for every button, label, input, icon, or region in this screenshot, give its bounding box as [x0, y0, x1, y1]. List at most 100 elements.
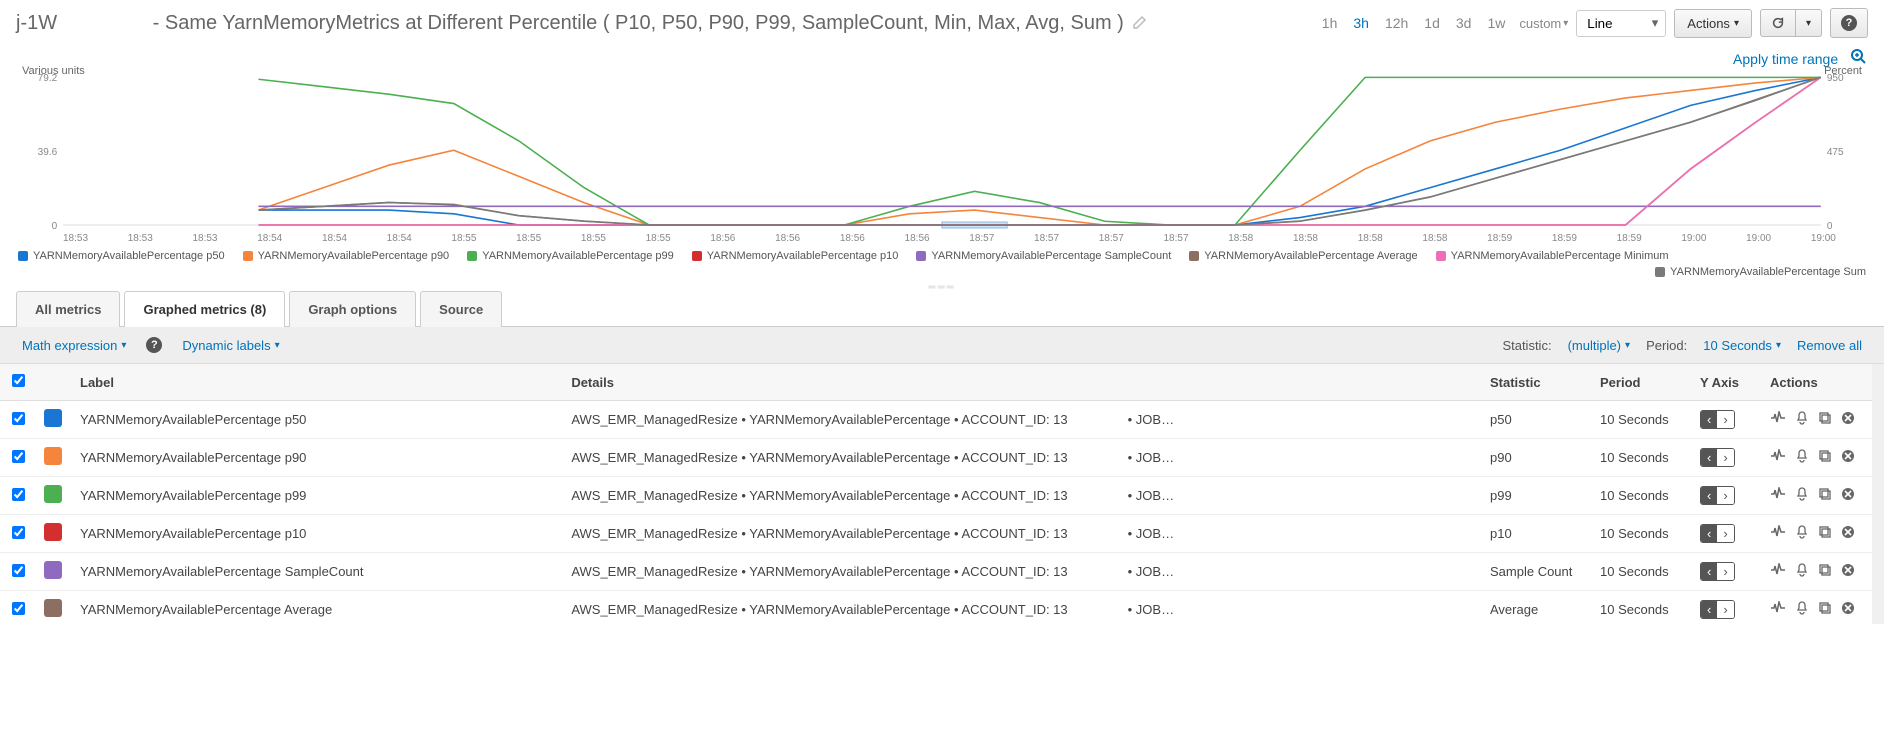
pulse-icon[interactable]: [1770, 449, 1786, 466]
yaxis-left[interactable]: ‹: [1701, 601, 1717, 618]
copy-icon[interactable]: [1818, 411, 1832, 428]
custom-range-dropdown[interactable]: custom ▾: [1519, 16, 1568, 31]
yaxis-right[interactable]: ›: [1717, 449, 1733, 466]
row-statistic[interactable]: p10: [1482, 515, 1592, 553]
refresh-dropdown[interactable]: ▾: [1796, 9, 1822, 37]
statistic-dropdown[interactable]: (multiple) ▾: [1568, 338, 1631, 353]
help-icon[interactable]: ?: [146, 337, 162, 353]
row-period[interactable]: 10 Seconds: [1592, 477, 1692, 515]
math-expression-dropdown[interactable]: Math expression ▾: [22, 338, 126, 353]
yaxis-left[interactable]: ‹: [1701, 563, 1717, 580]
row-label[interactable]: YARNMemoryAvailablePercentage SampleCoun…: [72, 553, 563, 591]
time-range-3d[interactable]: 3d: [1450, 11, 1478, 35]
yaxis-toggle[interactable]: ‹›: [1700, 410, 1735, 429]
pulse-icon[interactable]: [1770, 525, 1786, 542]
yaxis-right[interactable]: ›: [1717, 487, 1733, 504]
yaxis-right[interactable]: ›: [1717, 525, 1733, 542]
remove-all-link[interactable]: Remove all: [1797, 338, 1862, 353]
row-statistic[interactable]: p50: [1482, 401, 1592, 439]
legend-item[interactable]: YARNMemoryAvailablePercentage p99: [467, 250, 674, 262]
bell-icon[interactable]: [1795, 411, 1809, 428]
yaxis-right[interactable]: ›: [1717, 563, 1733, 580]
legend-item[interactable]: YARNMemoryAvailablePercentage Average: [1189, 250, 1417, 262]
yaxis-toggle[interactable]: ‹›: [1700, 486, 1735, 505]
legend-item[interactable]: YARNMemoryAvailablePercentage Sum: [1655, 266, 1866, 278]
actions-button[interactable]: Actions ▾: [1674, 9, 1752, 38]
edit-icon[interactable]: [1132, 14, 1148, 33]
color-swatch[interactable]: [44, 485, 62, 503]
refresh-button[interactable]: [1760, 9, 1796, 37]
row-checkbox[interactable]: [12, 564, 25, 577]
bell-icon[interactable]: [1795, 487, 1809, 504]
row-label[interactable]: YARNMemoryAvailablePercentage p90: [72, 439, 563, 477]
row-period[interactable]: 10 Seconds: [1592, 439, 1692, 477]
remove-icon[interactable]: [1841, 563, 1855, 580]
help-button[interactable]: ?: [1830, 8, 1868, 38]
copy-icon[interactable]: [1818, 563, 1832, 580]
row-checkbox[interactable]: [12, 450, 25, 463]
remove-icon[interactable]: [1841, 487, 1855, 504]
row-checkbox[interactable]: [12, 526, 25, 539]
yaxis-right[interactable]: ›: [1717, 601, 1733, 618]
header-label[interactable]: Label: [72, 364, 563, 401]
color-swatch[interactable]: [44, 561, 62, 579]
yaxis-left[interactable]: ‹: [1701, 449, 1717, 466]
color-swatch[interactable]: [44, 447, 62, 465]
yaxis-toggle[interactable]: ‹›: [1700, 562, 1735, 581]
remove-icon[interactable]: [1841, 601, 1855, 618]
time-range-3h[interactable]: 3h: [1347, 11, 1375, 35]
row-period[interactable]: 10 Seconds: [1592, 553, 1692, 591]
remove-icon[interactable]: [1841, 525, 1855, 542]
row-statistic[interactable]: Average: [1482, 591, 1592, 625]
legend-item[interactable]: YARNMemoryAvailablePercentage p50: [18, 250, 225, 262]
apply-time-range-link[interactable]: Apply time range: [1733, 51, 1838, 67]
pulse-icon[interactable]: [1770, 487, 1786, 504]
yaxis-right[interactable]: ›: [1717, 411, 1733, 428]
legend-item[interactable]: YARNMemoryAvailablePercentage p10: [692, 250, 899, 262]
period-dropdown[interactable]: 10 Seconds ▾: [1703, 338, 1781, 353]
header-period[interactable]: Period: [1592, 364, 1692, 401]
header-details[interactable]: Details: [563, 364, 1482, 401]
yaxis-left[interactable]: ‹: [1701, 525, 1717, 542]
legend-item[interactable]: YARNMemoryAvailablePercentage SampleCoun…: [916, 250, 1171, 262]
chart-svg[interactable]: 039.679.20475950: [18, 69, 1866, 229]
color-swatch[interactable]: [44, 523, 62, 541]
pulse-icon[interactable]: [1770, 411, 1786, 428]
tab-all-metrics[interactable]: All metrics: [16, 291, 120, 327]
header-yaxis[interactable]: Y Axis: [1692, 364, 1762, 401]
select-all-checkbox[interactable]: [12, 374, 25, 387]
row-label[interactable]: YARNMemoryAvailablePercentage Average: [72, 591, 563, 625]
copy-icon[interactable]: [1818, 449, 1832, 466]
yaxis-toggle[interactable]: ‹›: [1700, 600, 1735, 619]
yaxis-left[interactable]: ‹: [1701, 487, 1717, 504]
row-checkbox[interactable]: [12, 412, 25, 425]
pulse-icon[interactable]: [1770, 601, 1786, 618]
pulse-icon[interactable]: [1770, 563, 1786, 580]
header-statistic[interactable]: Statistic: [1482, 364, 1592, 401]
time-range-1w[interactable]: 1w: [1481, 11, 1511, 35]
remove-icon[interactable]: [1841, 449, 1855, 466]
copy-icon[interactable]: [1818, 487, 1832, 504]
row-statistic[interactable]: Sample Count: [1482, 553, 1592, 591]
bell-icon[interactable]: [1795, 449, 1809, 466]
time-range-1h[interactable]: 1h: [1316, 11, 1344, 35]
remove-icon[interactable]: [1841, 411, 1855, 428]
row-statistic[interactable]: p90: [1482, 439, 1592, 477]
dynamic-labels-dropdown[interactable]: Dynamic labels ▾: [182, 338, 279, 353]
row-checkbox[interactable]: [12, 488, 25, 501]
bell-icon[interactable]: [1795, 563, 1809, 580]
color-swatch[interactable]: [44, 599, 62, 617]
row-period[interactable]: 10 Seconds: [1592, 401, 1692, 439]
chart-type-select-wrap[interactable]: Line: [1576, 10, 1666, 37]
tab-source[interactable]: Source: [420, 291, 502, 327]
copy-icon[interactable]: [1818, 525, 1832, 542]
row-label[interactable]: YARNMemoryAvailablePercentage p50: [72, 401, 563, 439]
copy-icon[interactable]: [1818, 601, 1832, 618]
row-label[interactable]: YARNMemoryAvailablePercentage p99: [72, 477, 563, 515]
row-period[interactable]: 10 Seconds: [1592, 515, 1692, 553]
tab-graph-options[interactable]: Graph options: [289, 291, 416, 327]
time-range-1d[interactable]: 1d: [1418, 11, 1446, 35]
row-period[interactable]: 10 Seconds: [1592, 591, 1692, 625]
chart-type-select[interactable]: Line: [1576, 10, 1666, 37]
legend-item[interactable]: YARNMemoryAvailablePercentage p90: [243, 250, 450, 262]
